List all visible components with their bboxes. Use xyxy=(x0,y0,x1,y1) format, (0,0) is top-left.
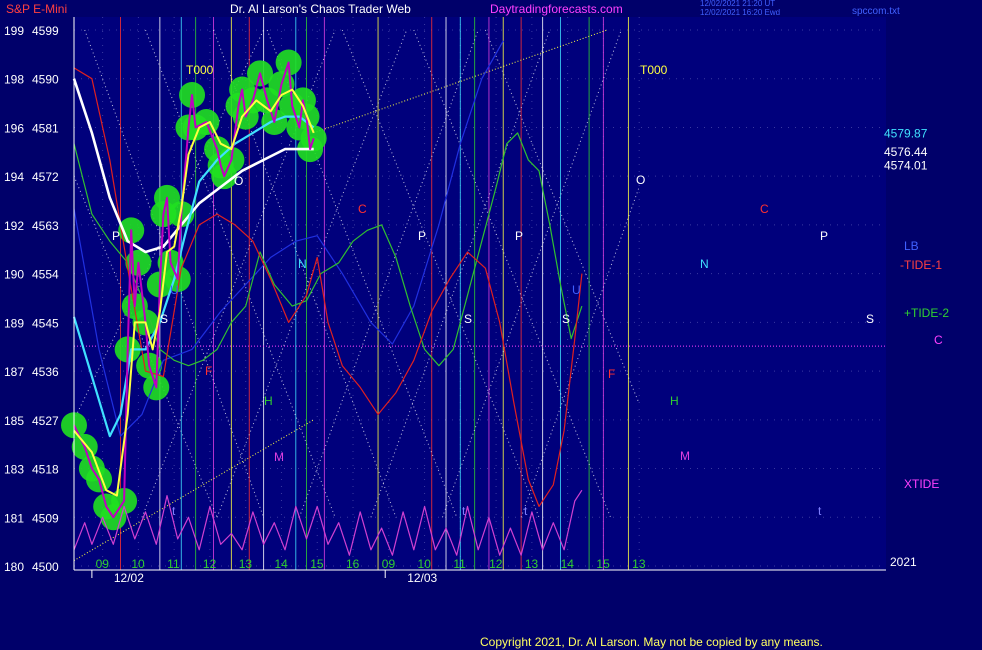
y-tick-left: 196 xyxy=(4,121,24,135)
site-link[interactable]: Daytradingforecasts.com xyxy=(490,2,623,16)
x-tick-label: 15 xyxy=(310,557,324,571)
annotation-letter: N xyxy=(298,257,307,271)
timestamp-ut: 12/02/2021 21:20 UT xyxy=(700,0,775,8)
annotation-letter: U xyxy=(170,283,179,297)
annotation-letter: O xyxy=(234,174,243,188)
annotation-letter: P xyxy=(515,229,523,243)
annotation-letter: S xyxy=(160,312,168,326)
y-tick-left: 194 xyxy=(4,170,24,184)
annotation-letter: M xyxy=(274,450,284,464)
legend-item: -TIDE-1 xyxy=(900,258,942,272)
annotation-letter: O xyxy=(636,173,645,187)
y-tick-right: 4509 xyxy=(32,511,59,525)
x-tick-label: 12 xyxy=(203,557,217,571)
x-tick-label: 11 xyxy=(167,557,180,571)
copyright: Copyright 2021, Dr. Al Larson. May not b… xyxy=(480,635,823,649)
y-tick-right: 4518 xyxy=(32,463,59,477)
annotation-letter: F xyxy=(205,364,212,378)
x-tick-label: 12 xyxy=(489,557,503,571)
y-tick-right: 4599 xyxy=(32,24,59,38)
y-tick-right: 4581 xyxy=(32,121,59,135)
x-tick-label: 09 xyxy=(96,557,110,571)
annotation-letter: P xyxy=(418,229,426,243)
x-tick-label: 14 xyxy=(274,557,288,571)
y-tick-right: 4590 xyxy=(32,73,59,87)
annotation-letter: P xyxy=(820,229,828,243)
price-glow xyxy=(300,125,327,152)
y-tick-left: 199 xyxy=(4,24,24,38)
legend-item: XTIDE xyxy=(904,477,939,491)
x-tick-label: 10 xyxy=(418,557,432,571)
y-tick-left: 190 xyxy=(4,268,24,282)
y-tick-left: 183 xyxy=(4,463,24,477)
y-tick-left: 181 xyxy=(4,511,24,525)
level-label: 4576.44 xyxy=(884,145,928,159)
timestamp-ewd: 12/02/2021 16:20 Ewd xyxy=(700,8,780,17)
y-tick-right: 4563 xyxy=(32,219,59,233)
legend-item: C xyxy=(934,333,943,347)
chaos-trader-chart: 4579.87 4576.444574.01 LB -TIDE-1 +TIDE-2 C XT… xyxy=(4,0,949,649)
x-tick-label: 15 xyxy=(596,557,610,571)
y-tick-right: 4536 xyxy=(32,365,59,379)
annotation-letter: S xyxy=(562,312,570,326)
annotation-letter: T000 xyxy=(186,63,214,77)
x-tick-label: 09 xyxy=(382,557,396,571)
annotation-letter: F xyxy=(608,367,615,381)
y-tick-left: 189 xyxy=(4,316,24,330)
annotation-letter: N xyxy=(700,257,709,271)
annotation-letter: C xyxy=(358,202,367,216)
annotation-letter: P xyxy=(112,229,120,243)
legend-item: LB xyxy=(904,239,919,253)
chart-title: Dr. Al Larson's Chaos Trader Web xyxy=(230,2,411,16)
instrument-label: S&P E-Mini xyxy=(6,2,67,16)
annotation-letter: S xyxy=(464,312,472,326)
level-label: 4574.01 xyxy=(884,158,928,172)
y-tick-left: 180 xyxy=(4,560,24,574)
legend-item: +TIDE-2 xyxy=(904,306,949,320)
x-tick-label: 13 xyxy=(525,557,539,571)
level-label: 4579.87 xyxy=(884,127,928,141)
x-tick-label: 13 xyxy=(239,557,253,571)
annotation-letter: T000 xyxy=(640,63,668,77)
date-label: 12/03 xyxy=(407,571,437,585)
annotation-letter: H xyxy=(670,394,679,408)
annotation-letter: U xyxy=(572,283,581,297)
y-tick-right: 4527 xyxy=(32,414,59,428)
date-label: 12/02 xyxy=(114,571,144,585)
y-tick-right: 4554 xyxy=(32,268,59,282)
annotation-letter: S xyxy=(866,312,874,326)
year-label: 2021 xyxy=(890,555,917,569)
annotation-letter: H xyxy=(264,394,273,408)
x-tick-label: 14 xyxy=(561,557,575,571)
y-tick-right: 4572 xyxy=(32,170,59,184)
x-tick-label: 11 xyxy=(453,557,466,571)
x-tick-label: 10 xyxy=(131,557,145,571)
annotation-letter: M xyxy=(680,449,690,463)
y-tick-left: 185 xyxy=(4,414,24,428)
y-tick-right: 4500 xyxy=(32,560,59,574)
corner-filename: spccom.txt xyxy=(852,6,900,17)
x-tick-label: 16 xyxy=(346,557,360,571)
y-tick-left: 198 xyxy=(4,73,24,87)
y-tick-right: 4545 xyxy=(32,316,59,330)
y-tick-left: 192 xyxy=(4,219,24,233)
x-tick-label: 13 xyxy=(632,557,646,571)
annotation-letter: C xyxy=(760,202,769,216)
y-tick-left: 187 xyxy=(4,365,24,379)
